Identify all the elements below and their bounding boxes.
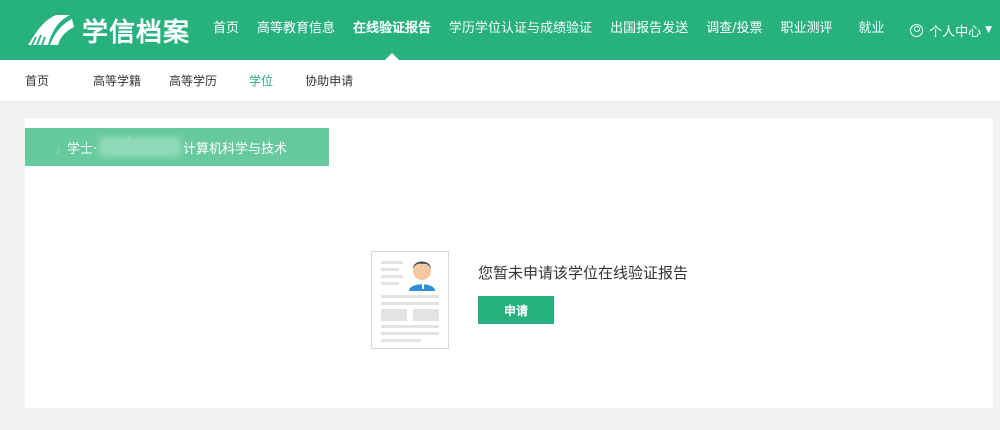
- top-nav-bar: 学信档案 首页 高等教育信息 在线验证报告 学历学位认证与成绩验证 出国报告发送…: [0, 0, 1000, 60]
- watermark-mark: ✓: [53, 144, 66, 159]
- resume-document-icon: [371, 251, 449, 349]
- nav-degree-certification[interactable]: 学历学位认证与成绩验证: [440, 0, 601, 60]
- nav-higher-education-info[interactable]: 高等教育信息: [248, 0, 344, 60]
- caret-down-icon: ▼: [985, 25, 992, 35]
- empty-state-message: 您暂未申请该学位在线验证报告: [478, 264, 689, 282]
- subnav-home[interactable]: 首页: [25, 72, 49, 89]
- user-center-menu[interactable]: 个人中心 ▼: [910, 0, 992, 60]
- main-nav: 首页 高等教育信息 在线验证报告 学历学位认证与成绩验证 出国报告发送 调查/投…: [204, 0, 894, 60]
- logo[interactable]: 学信档案: [26, 12, 190, 49]
- degree-type-label: 学士·: [67, 142, 98, 157]
- logo-book-icon: [28, 14, 74, 45]
- subnav-student-status[interactable]: 高等学籍: [93, 72, 141, 89]
- nav-career-assessment[interactable]: 职业测评: [771, 0, 841, 60]
- degree-major-label: 计算机科学与技术: [183, 142, 288, 157]
- redacted-school-name: [99, 137, 181, 157]
- nav-online-verification-report[interactable]: 在线验证报告: [344, 0, 440, 60]
- sub-nav-bar: 首页 高等学籍 高等学历 学位 协助申请: [0, 60, 1000, 102]
- degree-tab[interactable]: ✓ ✓ ✓ ✓ 学士· 计算机科学与技术: [25, 128, 329, 166]
- user-icon: [910, 23, 924, 37]
- nav-survey-vote[interactable]: 调查/投票: [697, 0, 771, 60]
- subnav-degree[interactable]: 学位: [249, 72, 273, 89]
- nav-overseas-report-delivery[interactable]: 出国报告发送: [601, 0, 697, 60]
- user-center-label: 个人中心: [929, 24, 982, 40]
- apply-button[interactable]: 申请: [478, 296, 554, 324]
- logo-text: 学信档案: [82, 18, 191, 48]
- nav-employment[interactable]: 就业: [849, 0, 893, 60]
- nav-home[interactable]: 首页: [204, 0, 248, 60]
- subnav-academic-record[interactable]: 高等学历: [169, 72, 217, 89]
- subnav-assist-application[interactable]: 协助申请: [305, 72, 353, 89]
